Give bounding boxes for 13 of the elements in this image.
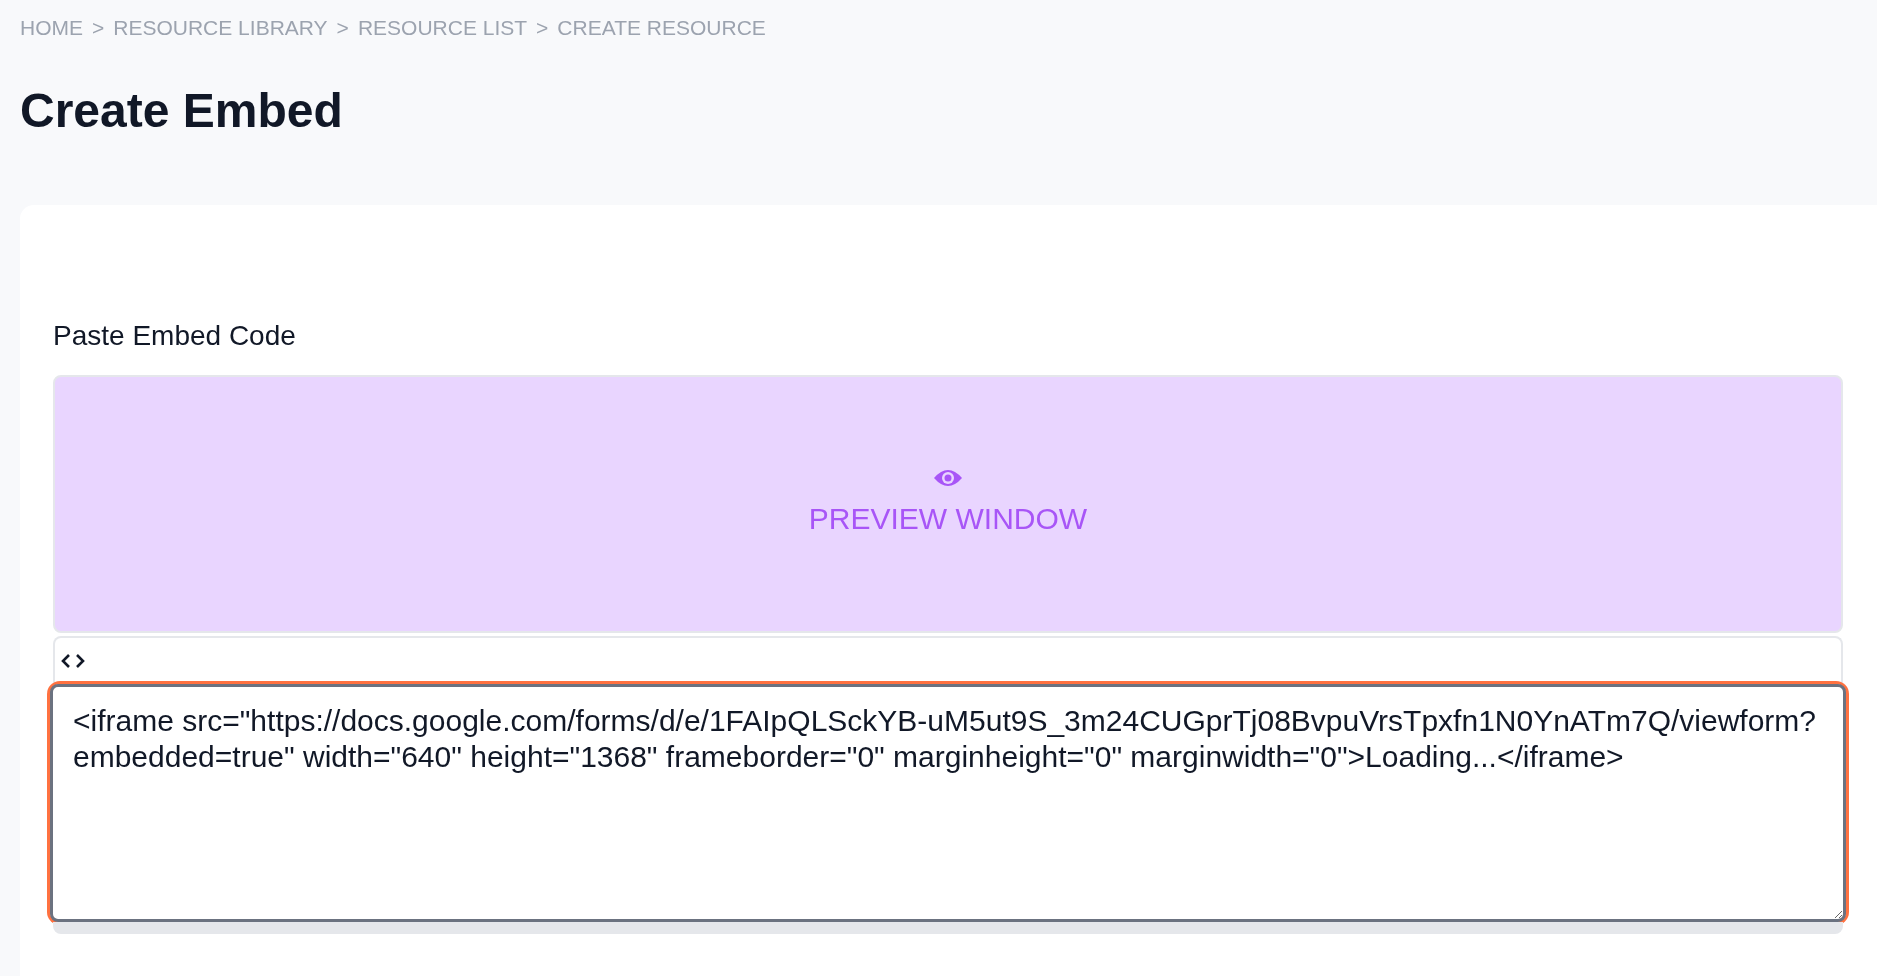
code-field[interactable]: <iframe src="https://docs.google.com/forms/d/e/1FAIpQLSckYB-uM5ut9S_3m24CUGprTj08BvpuVrsTpxfn1N0YnATm7Q/viewform?embedded=true" width="640" height="1368" frameborder="0" marginheight="0" marginwidth="0">Loading...</iframe> bbox=[50, 684, 1846, 923]
field-label: Paste Embed Code bbox=[53, 319, 297, 354]
breadcrumb-separator: > bbox=[92, 15, 105, 41]
breadcrumb-link[interactable]: HOME bbox=[20, 12, 83, 44]
page-title: Create Embed bbox=[20, 82, 344, 139]
breadcrumb-separator: > bbox=[536, 15, 549, 41]
eye-icon bbox=[933, 467, 963, 488]
preview-label: PREVIEW WINDOW bbox=[808, 500, 1088, 537]
code-icon[interactable] bbox=[61, 652, 85, 669]
breadcrumb-link[interactable]: RESOURCE LIST bbox=[357, 12, 528, 44]
breadcrumb-separator: > bbox=[336, 15, 349, 41]
breadcrumb-link[interactable]: CREATE RESOURCE bbox=[557, 12, 766, 44]
breadcrumb-link[interactable]: RESOURCE LIBRARY bbox=[113, 12, 328, 44]
